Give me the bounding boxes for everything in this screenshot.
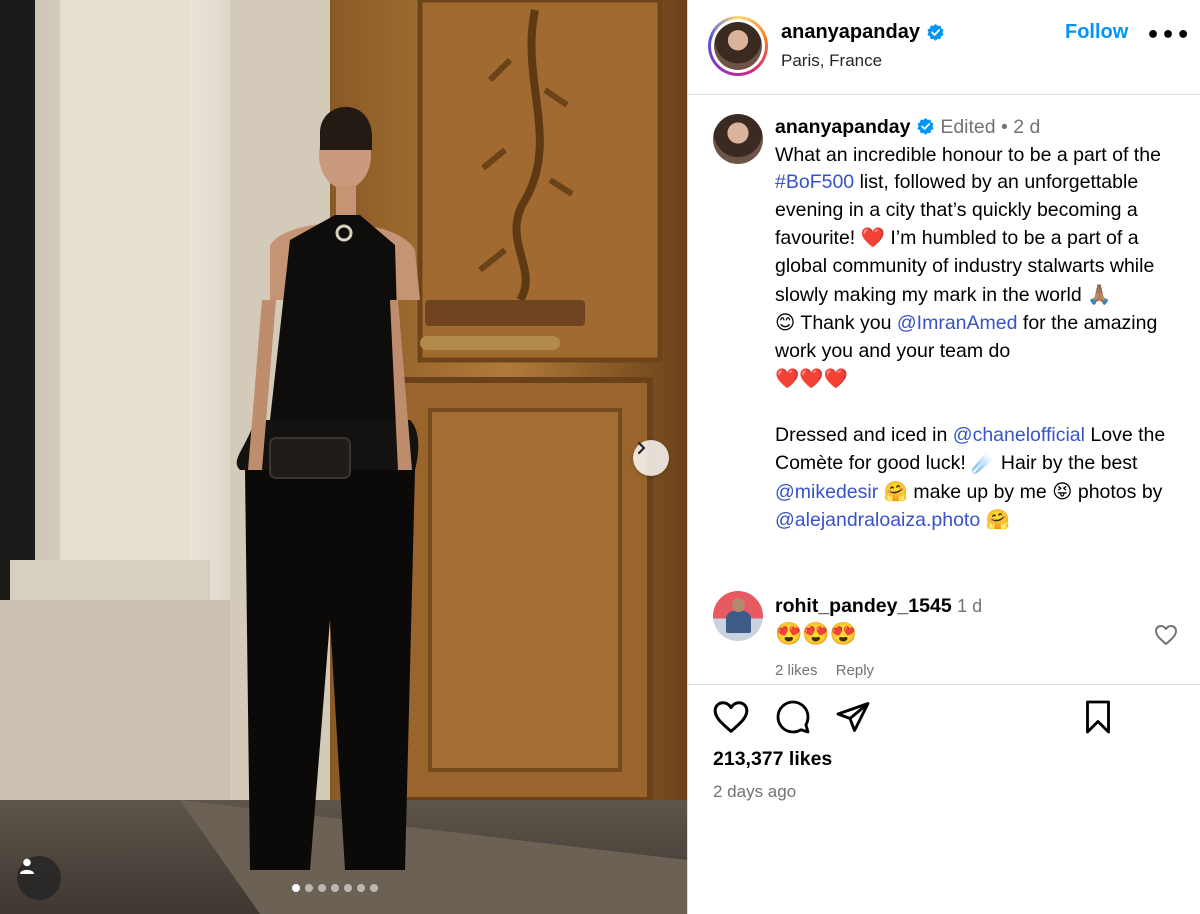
heart-emoji: ❤️ — [860, 226, 885, 250]
carousel-dot — [292, 884, 300, 892]
user-tag-icon — [20, 858, 34, 874]
heart-outline-icon[interactable] — [1154, 624, 1178, 646]
avatar[interactable] — [713, 591, 763, 641]
hearts-emoji: ❤️❤️❤️ — [775, 367, 848, 391]
comment-actions: 2 likes Reply — [775, 662, 874, 679]
next-image-button[interactable] — [633, 440, 669, 476]
hug-emoji: 🤗 — [883, 479, 908, 503]
caption-time: 2 d — [1013, 116, 1041, 138]
carousel-dot — [344, 884, 352, 892]
reply-button[interactable]: Reply — [836, 662, 874, 679]
caption-text: photos by — [1072, 480, 1163, 503]
comet-emoji: ☄️ — [971, 451, 996, 475]
comment-item: rohit_pandey_1545 1 d 😍😍😍 — [775, 592, 1135, 649]
post-timestamp[interactable]: 2 days ago — [713, 782, 796, 802]
hashtag-link[interactable]: #BoF500 — [775, 171, 854, 193]
more-options-icon[interactable]: ••• — [1146, 25, 1191, 47]
mention-link[interactable]: @ImranAmed — [897, 312, 1018, 334]
post-location[interactable]: Paris, France — [781, 51, 882, 71]
caption-text: What an incredible honour to be a part o… — [775, 143, 1161, 166]
carousel-dot — [357, 884, 365, 892]
tongue-emoji: 😝 — [1052, 479, 1073, 503]
carousel-indicator — [292, 884, 378, 892]
mention-link[interactable]: @alejandraloaiza.photo — [775, 509, 980, 531]
caption-username[interactable]: ananyapanday — [775, 116, 910, 138]
post-side-panel: ananyapanday Paris, France Follow ••• an… — [687, 0, 1200, 914]
comment-text: 😍😍😍 — [775, 621, 858, 646]
caption-text: Dressed and iced in — [775, 423, 953, 446]
comments-section[interactable]: ananyapanday Edited • 2 d What an incred… — [688, 96, 1200, 684]
tagged-users-button[interactable] — [17, 856, 61, 900]
carousel-dot — [318, 884, 326, 892]
post-header: ananyapanday Paris, France Follow ••• — [688, 0, 1200, 95]
mention-link[interactable]: @chanelofficial — [953, 424, 1085, 446]
bookmark-icon[interactable] — [1081, 699, 1115, 735]
pray-emoji: 🙏🏽 — [1087, 282, 1112, 306]
post-caption: ananyapanday Edited • 2 d What an incred… — [775, 114, 1185, 535]
verified-badge-icon — [917, 117, 934, 135]
caption-text: Thank you — [795, 312, 897, 335]
meta-separator: • — [1001, 116, 1008, 138]
hug-emoji: 🤗 — [985, 508, 1010, 532]
heart-outline-icon[interactable] — [712, 699, 750, 735]
smile-emoji: 😊 — [775, 311, 796, 335]
comment-likes[interactable]: 2 likes — [775, 662, 818, 679]
comment-time: 1 d — [957, 596, 983, 616]
post-actions-bar: 213,377 likes 2 days ago — [688, 684, 1200, 914]
verified-badge-icon — [927, 23, 944, 41]
carousel-dot — [331, 884, 339, 892]
post-media[interactable] — [0, 0, 687, 914]
post-author-username[interactable]: ananyapanday — [781, 21, 920, 44]
mention-link[interactable]: @mikedesir — [775, 481, 878, 503]
chevron-right-icon — [637, 441, 646, 455]
comment-bubble-icon[interactable] — [775, 699, 811, 735]
caption-text: make up by me — [907, 480, 1053, 503]
likes-count[interactable]: 213,377 likes — [713, 748, 832, 771]
avatar[interactable] — [713, 114, 763, 164]
paper-plane-icon[interactable] — [835, 699, 871, 735]
post-photo — [0, 0, 687, 914]
carousel-dot — [370, 884, 378, 892]
avatar — [714, 22, 762, 70]
follow-button[interactable]: Follow — [1065, 21, 1128, 44]
comment-username[interactable]: rohit_pandey_1545 — [775, 595, 952, 617]
carousel-dot — [305, 884, 313, 892]
caption-text: Hair by the best — [995, 452, 1138, 475]
edited-label: Edited — [940, 116, 996, 138]
story-ring-avatar[interactable] — [708, 16, 768, 76]
